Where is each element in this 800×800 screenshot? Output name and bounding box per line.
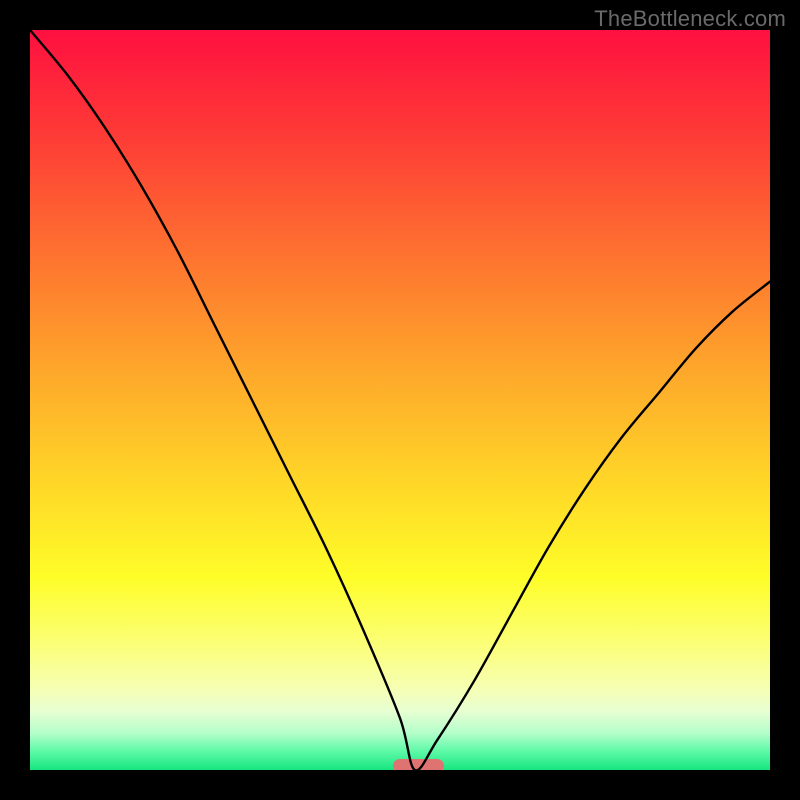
chart-frame: TheBottleneck.com <box>0 0 800 800</box>
bottleneck-curve <box>30 30 770 770</box>
plot-area <box>30 30 770 770</box>
watermark-text: TheBottleneck.com <box>594 6 786 32</box>
curve-path <box>30 30 770 770</box>
